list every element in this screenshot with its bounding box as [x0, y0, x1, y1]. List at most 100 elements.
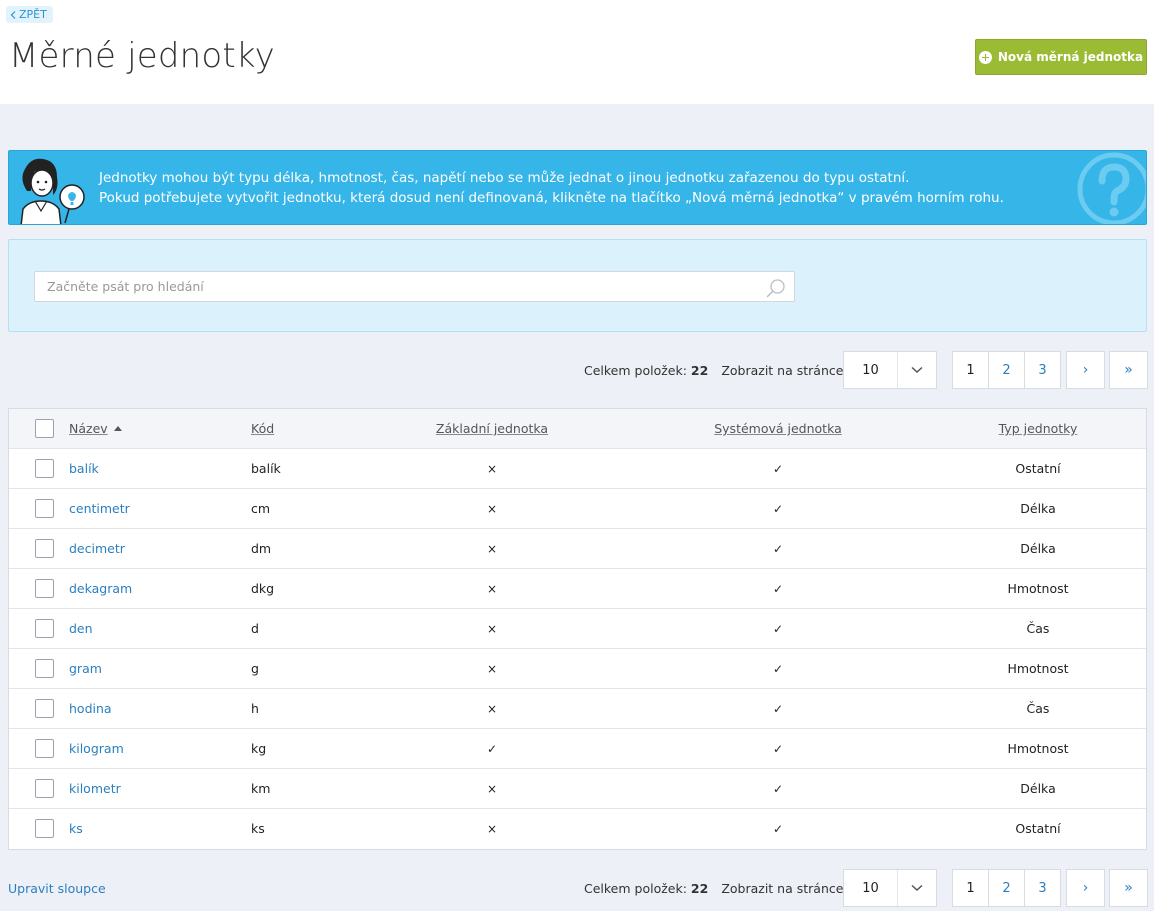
unit-type: Hmotnost	[1007, 661, 1069, 676]
unit-code: dkg	[251, 581, 275, 596]
unit-code: d	[251, 621, 259, 636]
unit-code: km	[251, 781, 271, 796]
base-unit-mark: ×	[486, 701, 498, 716]
unit-code: ks	[251, 821, 265, 836]
system-unit-mark: ✓	[772, 621, 784, 636]
search-icon[interactable]	[766, 278, 786, 298]
unit-type: Ostatní	[1015, 821, 1061, 836]
total-items: Celkem položek: 22	[584, 363, 708, 378]
table-row: den d × ✓ Čas	[9, 609, 1146, 649]
last-page-button[interactable]: »	[1109, 351, 1148, 389]
base-unit-mark: ×	[486, 501, 498, 516]
per-page-label: Zobrazit na stránce:	[721, 880, 848, 896]
table-row: kilometr km × ✓ Délka	[9, 769, 1146, 809]
chevron-left-icon	[10, 10, 16, 19]
pager-bottom: Celkem položek: 22 Zobrazit na stránce:	[584, 869, 848, 907]
next-page-button[interactable]: ›	[1066, 351, 1105, 389]
base-unit-mark: ×	[486, 621, 498, 636]
row-checkbox[interactable]	[35, 659, 54, 678]
unit-type: Čas	[1026, 701, 1050, 716]
assistant-avatar-icon	[20, 158, 85, 224]
system-unit-mark: ✓	[772, 741, 784, 756]
unit-name-link[interactable]: decimetr	[69, 541, 125, 556]
base-unit-mark: ✓	[486, 741, 498, 756]
info-line-1: Jednotky mohou být typu délka, hmotnost,…	[99, 170, 910, 186]
column-header-system-unit[interactable]: Systémová jednotka	[695, 409, 861, 448]
unit-name-link[interactable]: den	[69, 621, 93, 636]
page-3-button[interactable]: 3	[1024, 351, 1061, 389]
page-3-button[interactable]: 3	[1024, 869, 1061, 907]
base-unit-mark: ×	[486, 461, 498, 476]
row-checkbox[interactable]	[35, 739, 54, 758]
row-checkbox[interactable]	[35, 819, 54, 838]
unit-code: h	[251, 701, 259, 716]
info-line-2: Pokud potřebujete vytvořit jednotku, kte…	[99, 190, 1004, 206]
edit-columns-link[interactable]: Upravit sloupce	[8, 881, 106, 896]
total-items-value: 22	[690, 880, 709, 896]
system-unit-mark: ✓	[772, 781, 784, 796]
unit-type: Délka	[1020, 781, 1056, 796]
row-checkbox[interactable]	[35, 579, 54, 598]
chevron-down-icon	[898, 870, 936, 906]
unit-name-link[interactable]: hodina	[69, 701, 112, 716]
table-row: dekagram dkg × ✓ Hmotnost	[9, 569, 1146, 609]
page-1-button[interactable]: 1	[952, 351, 989, 389]
unit-name-link[interactable]: centimetr	[69, 501, 130, 516]
page-1-button[interactable]: 1	[952, 869, 989, 907]
total-items-label: Celkem položek:	[584, 880, 687, 896]
unit-code: dm	[251, 541, 272, 556]
page-2-button[interactable]: 2	[988, 869, 1025, 907]
unit-type: Hmotnost	[1007, 581, 1069, 596]
new-unit-button[interactable]: Nová měrná jednotka	[975, 39, 1147, 75]
search-box	[34, 271, 795, 302]
select-all-checkbox[interactable]	[35, 419, 54, 438]
unit-name-link[interactable]: ks	[69, 821, 83, 836]
search-input[interactable]	[35, 272, 794, 301]
pager-top: Celkem položek: 22 Zobrazit na stránce:	[584, 351, 848, 389]
unit-name-link[interactable]: dekagram	[69, 581, 132, 596]
table-row: hodina h × ✓ Čas	[9, 689, 1146, 729]
row-checkbox[interactable]	[35, 619, 54, 638]
table-row: balík balík × ✓ Ostatní	[9, 449, 1146, 489]
last-page-button[interactable]: »	[1109, 869, 1148, 907]
back-link[interactable]: ZPĚT	[6, 6, 53, 23]
total-items-label: Celkem položek:	[584, 362, 687, 378]
column-header-code[interactable]: Kód	[251, 409, 274, 448]
unit-name-link[interactable]: balík	[69, 461, 99, 476]
sort-ascending-icon	[113, 426, 122, 431]
base-unit-mark: ×	[486, 821, 498, 836]
unit-name-link[interactable]: kilogram	[69, 741, 124, 756]
plus-circle-icon	[978, 50, 992, 64]
row-checkbox[interactable]	[35, 539, 54, 558]
unit-code: balík	[251, 461, 281, 476]
back-link-label: ZPĚT	[19, 8, 47, 21]
table-row: decimetr dm × ✓ Délka	[9, 529, 1146, 569]
table-row: kilogram kg ✓ ✓ Hmotnost	[9, 729, 1146, 769]
pagination-bottom: 1 2 3	[952, 869, 1061, 907]
system-unit-mark: ✓	[772, 541, 784, 556]
column-header-name[interactable]: Název	[69, 409, 122, 448]
table-row: gram g × ✓ Hmotnost	[9, 649, 1146, 689]
per-page-value: 10	[844, 870, 898, 906]
base-unit-mark: ×	[486, 581, 498, 596]
row-checkbox[interactable]	[35, 499, 54, 518]
new-unit-button-label: Nová měrná jednotka	[997, 50, 1144, 64]
row-checkbox[interactable]	[35, 699, 54, 718]
system-unit-mark: ✓	[772, 461, 784, 476]
question-mark-icon	[1077, 152, 1146, 224]
row-checkbox[interactable]	[35, 779, 54, 798]
base-unit-mark: ×	[486, 661, 498, 676]
row-checkbox[interactable]	[35, 459, 54, 478]
pagination-top: 1 2 3	[952, 351, 1061, 389]
unit-name-link[interactable]: gram	[69, 661, 102, 676]
unit-code: g	[251, 661, 259, 676]
page-2-button[interactable]: 2	[988, 351, 1025, 389]
base-unit-mark: ×	[486, 781, 498, 796]
units-table: Název Kód Základní jednotka Systémová je…	[8, 408, 1147, 850]
total-items: Celkem položek: 22	[584, 881, 708, 896]
unit-type: Hmotnost	[1007, 741, 1069, 756]
column-header-unit-type[interactable]: Typ jednotky	[955, 409, 1121, 448]
unit-name-link[interactable]: kilometr	[69, 781, 121, 796]
next-page-button[interactable]: ›	[1066, 869, 1105, 907]
column-header-base-unit[interactable]: Základní jednotka	[409, 409, 575, 448]
